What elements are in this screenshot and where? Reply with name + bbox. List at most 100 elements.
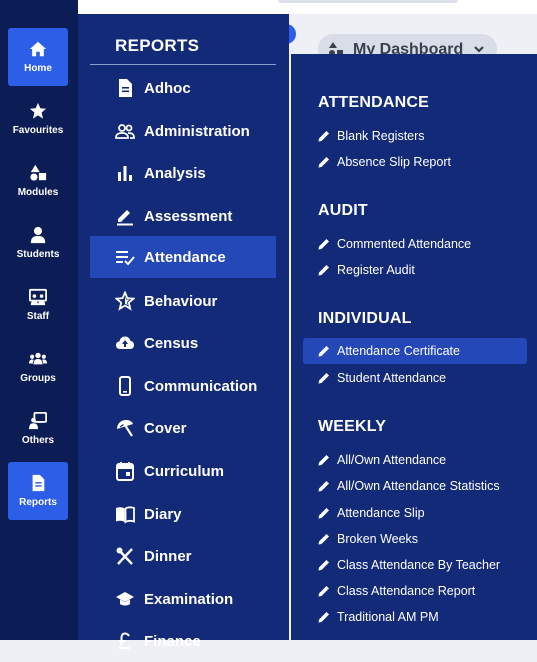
presentation-icon [29, 288, 47, 306]
report-link[interactable]: Blank Registers [303, 123, 527, 149]
category-label: Behaviour [144, 292, 218, 310]
pencil-icon [318, 560, 329, 571]
rail-item-reports[interactable]: Reports [8, 462, 68, 520]
rail-label: Modules [17, 187, 59, 198]
report-link[interactable]: Broken Weeks [303, 526, 527, 552]
utensils-icon [116, 547, 133, 565]
rail-label: Home [24, 63, 52, 74]
report-link-label: All/Own Attendance Statistics [337, 479, 500, 493]
category-label: Administration [144, 122, 250, 140]
category-analysis[interactable]: Analysis [90, 152, 276, 194]
report-link-label: Student Attendance [337, 371, 447, 385]
pencil-icon [318, 481, 329, 492]
pencil-icon [318, 373, 329, 384]
rail-label: Staff [26, 311, 50, 322]
report-link[interactable]: Attendance Certificate [303, 338, 527, 364]
report-link-label: Attendance Certificate [337, 344, 460, 358]
report-link[interactable]: Absence Slip Report [303, 149, 527, 175]
home-icon [29, 41, 47, 57]
category-diary[interactable]: Diary [90, 493, 276, 535]
rail-item-groups[interactable]: Groups [8, 338, 68, 396]
rail-item-students[interactable]: Students [8, 214, 68, 272]
category-label: Dinner [144, 547, 192, 565]
umbrella-icon [117, 420, 133, 437]
cloud-upload-icon [116, 336, 134, 349]
category-cover[interactable]: Cover [90, 407, 276, 449]
report-link-label: All/Own Attendance [337, 453, 447, 467]
shapes-icon [30, 164, 47, 181]
rail-label: Others [21, 435, 55, 446]
person-icon [30, 226, 46, 244]
reports-title: REPORTS [115, 36, 200, 55]
graduation-cap-icon [116, 592, 134, 606]
category-label: Assessment [144, 207, 233, 225]
report-link[interactable]: Commented Attendance [303, 231, 527, 257]
category-census[interactable]: Census [90, 322, 276, 364]
pencil-icon [318, 534, 329, 545]
pencil-icon [318, 508, 329, 519]
pencil-icon [318, 265, 329, 276]
report-link[interactable]: Student Attendance [303, 365, 527, 391]
report-link[interactable]: Attendance Slip [303, 500, 527, 526]
users-outline-icon [115, 124, 135, 139]
pencil-icon [318, 346, 329, 357]
category-label: Diary [144, 505, 182, 523]
reports-panel: REPORTS Adhoc Administration Analysis As… [78, 14, 289, 650]
report-link-label: Absence Slip Report [337, 155, 451, 169]
chalkboard-user-icon [29, 412, 47, 430]
category-label: Examination [144, 590, 234, 608]
rail-label: Favourites [12, 125, 64, 136]
attendance-reports-submenu: ATTENDANCE Blank Registers Absence Slip … [291, 54, 537, 640]
file-text-icon [119, 79, 132, 97]
divider [90, 64, 276, 65]
top-bar [78, 0, 537, 14]
bar-chart-icon [118, 166, 132, 181]
rail-item-favourites[interactable]: Favourites [8, 90, 68, 148]
calendar-icon [116, 462, 134, 481]
rail-label: Groups [20, 373, 56, 384]
mobile-phone-icon [119, 376, 131, 396]
category-dinner[interactable]: Dinner [90, 535, 276, 577]
category-finance[interactable]: Finance [90, 620, 276, 662]
report-link[interactable]: Class Attendance Report [303, 578, 527, 604]
section-heading-individual: INDIVIDUAL [318, 310, 412, 327]
category-label: Finance [144, 632, 201, 650]
category-behaviour[interactable]: Behaviour [90, 280, 276, 322]
report-link-label: Class Attendance By Teacher [337, 558, 501, 572]
rail-item-staff[interactable]: Staff [8, 276, 68, 334]
report-link-label: Traditional AM PM [337, 610, 439, 624]
report-link[interactable]: All/Own Attendance Statistics [303, 473, 527, 499]
category-label: Census [144, 334, 199, 352]
report-link-label: Class Attendance Report [337, 584, 476, 598]
category-assessment[interactable]: Assessment [90, 195, 276, 237]
category-adhoc[interactable]: Adhoc [90, 67, 276, 109]
report-link[interactable]: Traditional AM PM [303, 604, 527, 630]
rail-label: Students [16, 249, 60, 260]
report-link[interactable]: All/Own Attendance [303, 447, 527, 473]
category-curriculum[interactable]: Curriculum [90, 450, 276, 492]
category-communication[interactable]: Communication [90, 365, 276, 407]
category-label: Cover [144, 419, 187, 437]
category-label: Attendance [144, 248, 226, 266]
section-heading-attendance: ATTENDANCE [318, 94, 430, 111]
currency-icon [119, 632, 130, 649]
report-link[interactable]: Class Attendance By Teacher [303, 552, 527, 578]
category-label: Curriculum [144, 462, 225, 480]
rail-label: Reports [19, 497, 57, 508]
rail-item-others[interactable]: Others [8, 400, 68, 458]
category-attendance[interactable]: Attendance [90, 236, 276, 278]
edit-line-icon [117, 210, 133, 226]
report-link-label: Attendance Slip [337, 506, 425, 520]
rail-item-home[interactable]: Home [8, 28, 68, 86]
star-outline-icon [115, 291, 135, 311]
main-nav-rail: Home Favourites Modules Students Staff G… [0, 0, 78, 640]
category-administration[interactable]: Administration [90, 110, 276, 152]
pencil-icon [318, 239, 329, 250]
top-search-field[interactable] [278, 0, 458, 3]
section-heading-weekly: WEEKLY [318, 418, 387, 435]
document-icon [32, 474, 45, 492]
rail-item-modules[interactable]: Modules [8, 152, 68, 210]
pencil-icon [318, 131, 329, 142]
category-examination[interactable]: Examination [90, 578, 276, 620]
report-link[interactable]: Register Audit [303, 257, 527, 283]
